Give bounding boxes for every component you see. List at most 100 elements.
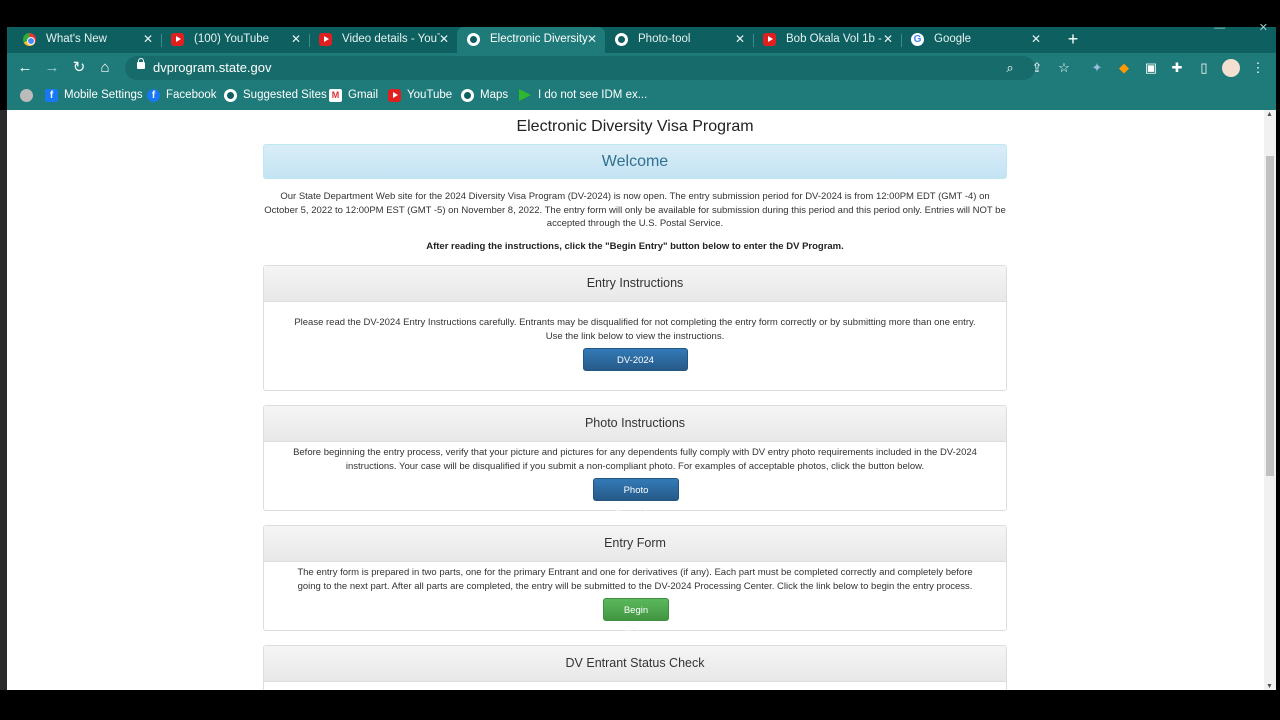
screen-bottom-edge — [0, 690, 1280, 720]
scroll-up-icon[interactable]: ▲ — [1266, 111, 1273, 118]
desktop-edge — [0, 110, 7, 690]
tab-title: Bob Okala Vol 1b - YouTube — [786, 33, 884, 45]
bookmark-youtube[interactable]: YouTube — [388, 83, 458, 110]
close-icon[interactable]: ✕ — [1031, 27, 1041, 51]
idm-icon — [519, 89, 531, 101]
entry-form-panel: Entry Form The entry form is prepared in… — [263, 525, 1007, 639]
photo-instructions-panel: Photo Instructions Before beginning the … — [263, 405, 1007, 519]
tab-title: (100) YouTube — [194, 33, 270, 45]
browser-window: What's New ✕ (100) YouTube ✕ Video detai… — [7, 22, 1276, 690]
apple-icon — [20, 89, 33, 102]
tab-title: Video details - YouTube — [342, 33, 440, 45]
panel-text: The entry form is prepared in two parts,… — [297, 567, 973, 592]
profile-avatar[interactable] — [1222, 59, 1240, 77]
google-icon: G — [911, 33, 924, 46]
bookmark-apple[interactable] — [20, 83, 40, 110]
tab-photo-tool[interactable]: Photo-tool ✕ — [605, 27, 753, 53]
facebook-icon: f — [147, 89, 160, 102]
page-title: Electronic Diversity Visa Program — [516, 118, 754, 135]
bookmark-label: Gmail — [348, 89, 379, 101]
panel-heading: Photo Instructions — [264, 406, 1006, 442]
tab-youtube[interactable]: (100) YouTube ✕ — [161, 27, 309, 53]
panel-heading: Entry Form — [264, 526, 1006, 562]
close-icon[interactable]: ✕ — [439, 27, 449, 51]
tab-title: Photo-tool — [638, 33, 691, 45]
tab-title: What's New — [46, 33, 107, 45]
intro-text: Our State Department Web site for the 20… — [264, 191, 1006, 229]
bookmark-facebook[interactable]: f Facebook — [147, 83, 217, 110]
tab-video-details[interactable]: Video details - YouTube ✕ — [309, 27, 457, 53]
tab-electronic-diversity-visa[interactable]: Electronic Diversity Visa ✕ — [457, 27, 605, 53]
address-bar[interactable]: dvprogram.state.gov — [125, 56, 1035, 80]
bookmark-label: Facebook — [166, 89, 217, 101]
youtube-icon — [171, 33, 184, 46]
bookmark-idm[interactable]: I do not see IDM ex... — [519, 83, 649, 110]
chrome-icon — [23, 33, 36, 46]
tab-whats-new[interactable]: What's New ✕ — [13, 27, 161, 53]
tab-bar: What's New ✕ (100) YouTube ✕ Video detai… — [7, 22, 1276, 53]
bookmark-label: YouTube — [407, 89, 453, 101]
bookmark-label: Mobile Settings — [64, 89, 143, 101]
lock-icon — [137, 58, 145, 69]
scroll-down-icon[interactable]: ▼ — [1266, 683, 1273, 690]
metamask-icon[interactable]: ◆ — [1114, 58, 1134, 78]
menu-kebab-icon[interactable]: ⋮ — [1248, 58, 1268, 78]
scroll-thumb[interactable] — [1266, 156, 1274, 476]
youtube-icon — [388, 89, 401, 102]
close-icon[interactable]: ✕ — [735, 27, 745, 51]
tab-bob-okala[interactable]: Bob Okala Vol 1b - YouTube ✕ — [753, 27, 901, 53]
globe-icon — [467, 33, 480, 46]
close-icon[interactable]: ✕ — [143, 27, 153, 51]
panel-heading: DV Entrant Status Check — [264, 646, 1006, 682]
bookmark-star-icon[interactable]: ☆ — [1054, 58, 1074, 78]
gmail-icon: M — [329, 89, 342, 102]
entry-instructions-panel: Entry Instructions Please read the DV-20… — [263, 265, 1007, 391]
bookmark-maps[interactable]: Maps — [461, 83, 511, 110]
browser-toolbar: ← → ↻ ⌂ dvprogram.state.gov ⌕ ⇪ ☆ ✦ ◆ ▣ … — [7, 53, 1276, 83]
share-icon[interactable]: ⇪ — [1027, 58, 1047, 78]
bookmark-label: I do not see IDM ex... — [538, 89, 648, 101]
screen: What's New ✕ (100) YouTube ✕ Video detai… — [0, 0, 1280, 720]
extension-tb-icon[interactable]: ▣ — [1141, 58, 1161, 78]
extension-icon[interactable]: ✦ — [1087, 58, 1107, 78]
bookmark-suggested-sites[interactable]: Suggested Sites — [224, 83, 327, 110]
panel-text: Please read the DV-2024 Entry Instructio… — [294, 317, 976, 342]
page-scrollbar[interactable]: ▲ ▼ — [1264, 110, 1276, 690]
page-viewport: Electronic Diversity Visa Program Welcom… — [7, 110, 1264, 690]
forward-button[interactable]: → — [42, 58, 62, 78]
reload-button[interactable]: ↻ — [69, 58, 89, 78]
home-button[interactable]: ⌂ — [95, 58, 115, 78]
globe-icon — [461, 89, 474, 102]
bookmarks-bar: f Mobile Settings f Facebook Suggested S… — [7, 83, 1276, 110]
new-tab-button[interactable]: + — [1063, 29, 1083, 49]
window-controls[interactable]: — ✕ — [1214, 21, 1268, 34]
zoom-icon[interactable]: ⌕ — [1000, 58, 1020, 78]
photo-examples-button[interactable]: Photo Examples — [593, 478, 679, 519]
back-button[interactable]: ← — [15, 58, 35, 78]
facebook-icon: f — [45, 89, 58, 102]
globe-icon — [615, 33, 628, 46]
url-text: dvprogram.state.gov — [153, 60, 272, 75]
tab-title: Electronic Diversity Visa — [490, 33, 588, 45]
youtube-icon — [763, 33, 776, 46]
tab-google[interactable]: G Google ✕ — [901, 27, 1049, 53]
begin-entry-button[interactable]: Begin Entry — [603, 598, 669, 639]
after-reading-text: After reading the instructions, click th… — [426, 241, 844, 252]
status-check-panel: DV Entrant Status Check — [263, 645, 1007, 690]
bookmark-mobile-settings[interactable]: f Mobile Settings — [45, 83, 145, 110]
bookmark-label: Maps — [480, 89, 509, 101]
panel-heading: Entry Instructions — [264, 266, 1006, 302]
close-icon[interactable]: ✕ — [587, 27, 597, 51]
dv-instructions-button[interactable]: DV-2024 Instructions — [583, 348, 688, 389]
bookmark-label: Suggested Sites — [243, 89, 327, 101]
close-icon[interactable]: ✕ — [883, 27, 893, 51]
extensions-puzzle-icon[interactable]: ✚ — [1167, 58, 1187, 78]
globe-icon — [224, 89, 237, 102]
side-panel-icon[interactable]: ▯ — [1194, 58, 1214, 78]
close-icon[interactable]: ✕ — [291, 27, 301, 51]
panel-text: Before beginning the entry process, veri… — [293, 447, 977, 472]
youtube-icon — [319, 33, 332, 46]
tab-title: Google — [934, 33, 972, 45]
bookmark-gmail[interactable]: M Gmail — [329, 83, 379, 110]
welcome-banner: Welcome — [263, 144, 1007, 179]
